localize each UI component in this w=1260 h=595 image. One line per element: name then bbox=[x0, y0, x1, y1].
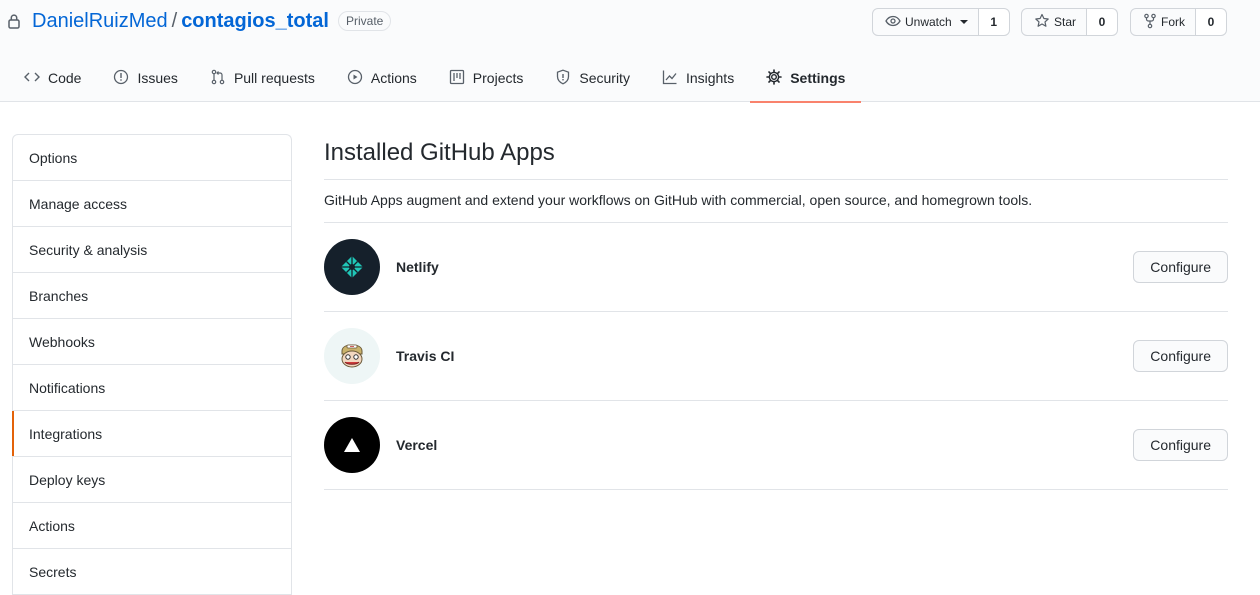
travis-ci-logo-icon bbox=[324, 328, 380, 384]
star-icon bbox=[1034, 13, 1054, 32]
tab-settings-label: Settings bbox=[790, 70, 846, 86]
tab-pull-requests[interactable]: Pull requests bbox=[194, 54, 331, 102]
sidebar-item-actions[interactable]: Actions bbox=[13, 503, 291, 549]
issue-icon bbox=[113, 69, 137, 88]
sidebar-item-branches[interactable]: Branches bbox=[13, 273, 291, 319]
vercel-logo-icon bbox=[324, 417, 380, 473]
repo-path-separator: / bbox=[171, 10, 178, 32]
sidebar-item-deploy-keys[interactable]: Deploy keys bbox=[13, 457, 291, 503]
star-group: Star 0 bbox=[1021, 8, 1119, 36]
configure-vercel-button[interactable]: Configure bbox=[1133, 429, 1228, 461]
visibility-badge: Private bbox=[337, 11, 392, 31]
repo-name-link[interactable]: contagios_total bbox=[181, 9, 329, 33]
tab-projects[interactable]: Projects bbox=[433, 54, 540, 102]
forks-count[interactable]: 0 bbox=[1196, 8, 1227, 36]
tab-security[interactable]: Security bbox=[539, 54, 646, 102]
sidebar-item-secrets[interactable]: Secrets bbox=[13, 549, 291, 595]
sidebar-item-notifications[interactable]: Notifications bbox=[13, 365, 291, 411]
sidebar-item-webhooks[interactable]: Webhooks bbox=[13, 319, 291, 365]
repo-owner-link[interactable]: DanielRuizMed bbox=[32, 9, 168, 33]
sidebar-item-integrations[interactable]: Integrations bbox=[12, 411, 291, 457]
main-content: Installed GitHub Apps GitHub Apps augmen… bbox=[324, 134, 1228, 490]
tab-settings[interactable]: Settings bbox=[750, 54, 862, 103]
tab-insights[interactable]: Insights bbox=[646, 54, 750, 102]
unwatch-label: Unwatch bbox=[905, 15, 952, 29]
sidebar-item-options[interactable]: Options bbox=[13, 135, 291, 181]
repo-title: DanielRuizMed / contagios_total Private bbox=[8, 9, 392, 33]
fork-label: Fork bbox=[1161, 15, 1185, 29]
netlify-logo-icon bbox=[324, 239, 380, 295]
settings-sidebar: Options Manage access Security & analysi… bbox=[12, 134, 292, 595]
watchers-count[interactable]: 1 bbox=[978, 8, 1010, 36]
configure-netlify-button[interactable]: Configure bbox=[1133, 251, 1228, 283]
tab-code[interactable]: Code bbox=[8, 54, 97, 102]
page-description: GitHub Apps augment and extend your work… bbox=[324, 180, 1228, 223]
tab-pull-requests-label: Pull requests bbox=[233, 70, 315, 86]
tab-actions[interactable]: Actions bbox=[331, 54, 433, 102]
star-label: Star bbox=[1054, 15, 1077, 29]
graph-icon bbox=[662, 69, 686, 88]
sidebar-item-manage-access[interactable]: Manage access bbox=[13, 181, 291, 227]
fork-icon bbox=[1143, 13, 1161, 32]
app-row-vercel: Vercel Configure bbox=[324, 401, 1228, 490]
repo-nav-tabs: Code Issues Pull requests Actions Projec… bbox=[8, 54, 862, 103]
lock-icon bbox=[8, 13, 24, 29]
tab-insights-label: Insights bbox=[685, 70, 735, 86]
star-button[interactable]: Star bbox=[1021, 8, 1088, 36]
app-row-travis-ci: Travis CI Configure bbox=[324, 312, 1228, 401]
page-title: Installed GitHub Apps bbox=[324, 139, 555, 166]
fork-group: Fork 0 bbox=[1130, 8, 1227, 36]
project-icon bbox=[449, 69, 473, 88]
play-icon bbox=[347, 69, 371, 88]
tab-projects-label: Projects bbox=[472, 70, 524, 86]
tab-issues[interactable]: Issues bbox=[97, 54, 193, 102]
unwatch-button[interactable]: Unwatch bbox=[872, 8, 979, 36]
tab-code-label: Code bbox=[48, 70, 82, 86]
app-row-netlify: Netlify Configure bbox=[324, 223, 1228, 312]
sidebar-item-security-analysis[interactable]: Security & analysis bbox=[13, 227, 291, 273]
fork-button[interactable]: Fork bbox=[1130, 8, 1196, 36]
pull-request-icon bbox=[210, 69, 234, 88]
app-name[interactable]: Travis CI bbox=[396, 348, 454, 364]
subhead: Installed GitHub Apps bbox=[324, 135, 1228, 180]
configure-travis-ci-button[interactable]: Configure bbox=[1133, 340, 1228, 372]
gear-icon bbox=[766, 68, 790, 88]
code-icon bbox=[24, 69, 48, 88]
shield-icon bbox=[555, 69, 579, 88]
app-name[interactable]: Netlify bbox=[396, 259, 439, 275]
tab-actions-label: Actions bbox=[370, 70, 417, 86]
app-name[interactable]: Vercel bbox=[396, 437, 437, 453]
chevron-down-icon bbox=[959, 20, 968, 24]
tab-security-label: Security bbox=[579, 70, 630, 86]
repo-header: DanielRuizMed / contagios_total Private … bbox=[0, 0, 1260, 103]
watch-group: Unwatch 1 bbox=[872, 8, 1010, 36]
stargazers-count[interactable]: 0 bbox=[1087, 8, 1119, 36]
eye-icon bbox=[885, 13, 905, 32]
tab-issues-label: Issues bbox=[137, 70, 178, 86]
